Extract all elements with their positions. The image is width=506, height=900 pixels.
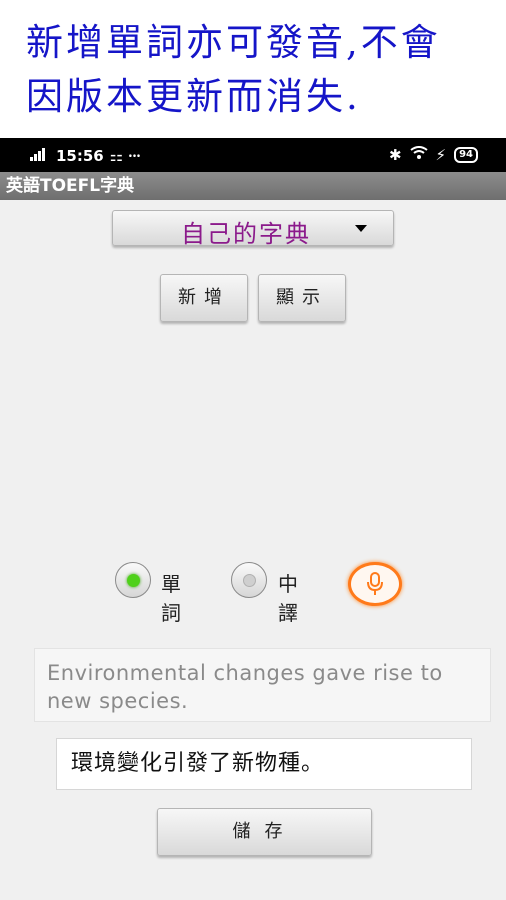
dictionary-select[interactable]: 自己的字典 xyxy=(112,210,394,248)
charging-icon: ⚡ xyxy=(435,146,447,164)
signal-icon xyxy=(30,147,50,165)
voice-input-button[interactable] xyxy=(348,562,402,606)
radio-unchecked-dot xyxy=(243,574,256,587)
main-content: 自己的字典 新增 顯示 單詞 中譯 Environmental changes … xyxy=(0,200,506,900)
dictionary-select-value: 自己的字典 xyxy=(181,220,311,248)
app-title-bar: 英語TOEFL字典 xyxy=(0,172,506,200)
radio-translation[interactable] xyxy=(231,562,267,598)
banner-line-2: 因版本更新而消失. xyxy=(26,75,361,118)
battery-icon: 94 xyxy=(454,147,478,163)
add-button[interactable]: 新增 xyxy=(160,274,248,322)
show-button[interactable]: 顯示 xyxy=(258,274,346,322)
clock: 15:56 xyxy=(56,147,104,165)
banner-line-1: 新增單詞亦可發音,不會 xyxy=(26,21,441,64)
status-bar: 15:56 ⚏ ⸱⸱⸱ ✱ ⚡ 94 xyxy=(0,138,506,172)
bluetooth-icon: ✱ xyxy=(388,146,402,164)
notification-icons: ⚏ ⸱⸱⸱ xyxy=(109,147,141,165)
chevron-down-icon xyxy=(355,225,367,232)
word-display[interactable]: Environmental changes gave rise to new s… xyxy=(34,648,491,722)
save-button[interactable]: 儲存 xyxy=(157,808,372,856)
wifi-icon xyxy=(409,146,428,164)
radio-checked-dot xyxy=(127,574,140,587)
radio-word-label: 單詞 xyxy=(161,572,181,625)
promo-banner: 新增單詞亦可發音,不會 因版本更新而消失. xyxy=(0,0,506,138)
radio-word[interactable] xyxy=(115,562,151,598)
radio-translation-label: 中譯 xyxy=(278,572,298,625)
microphone-icon xyxy=(366,572,384,600)
translation-field[interactable]: 環境變化引發了新物種。 xyxy=(56,738,472,790)
